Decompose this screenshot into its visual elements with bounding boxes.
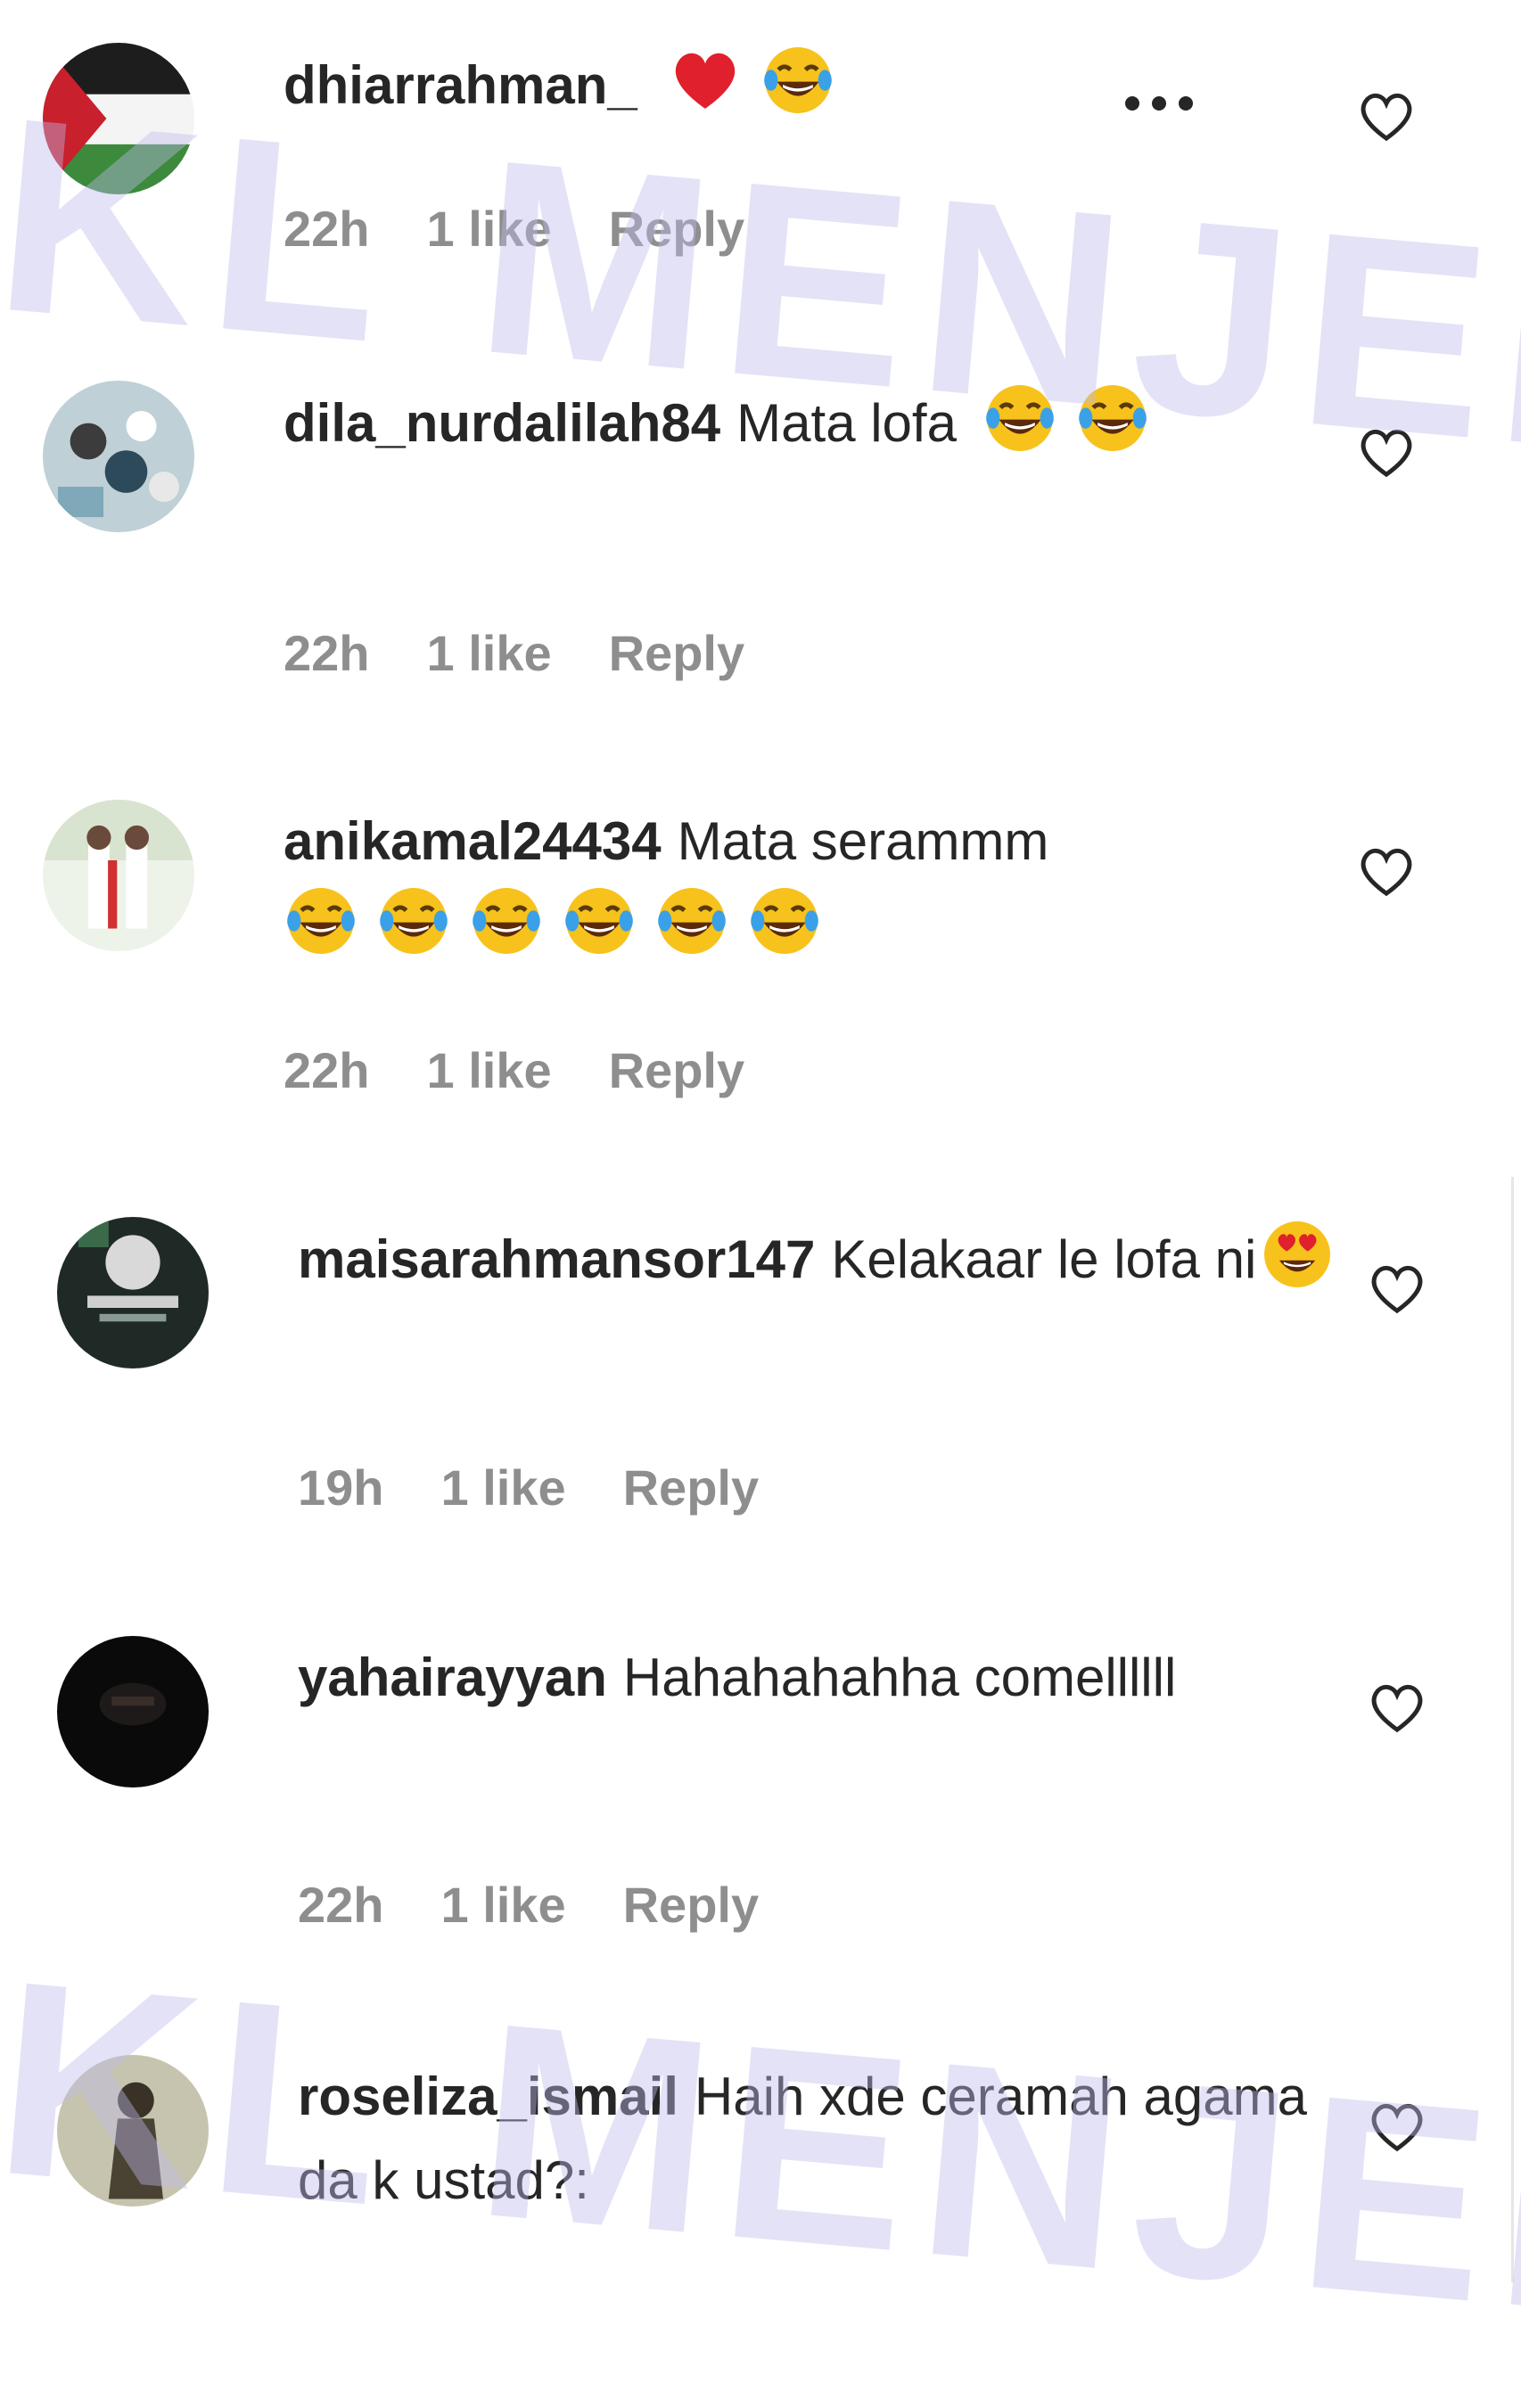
avatar[interactable] (57, 1217, 209, 1368)
comment-likes[interactable]: 1 like (427, 625, 552, 681)
comment-username[interactable]: dhiarrahman_ (284, 55, 637, 115)
heart-like-icon[interactable] (1366, 1257, 1428, 1319)
comment-username[interactable]: anikamal24434 (284, 811, 662, 871)
comment-meta: 22h 1 like Reply (284, 624, 802, 682)
heart-like-icon[interactable] (1355, 421, 1418, 483)
comment-text: maisarahmansor147 Kelakaar le lofa ni (298, 1217, 1359, 1302)
laughing-tears-emoji-icon (654, 883, 729, 958)
comment-time: 22h (284, 201, 370, 257)
avatar[interactable] (43, 43, 194, 194)
panel-divider (1511, 1177, 1514, 2282)
comment-time: 19h (298, 1459, 384, 1516)
comment-username[interactable]: roseliza_ismail (298, 2067, 678, 2126)
comment-body: Mata serammm (677, 811, 1049, 871)
heart-emoji-icon (668, 43, 743, 118)
comment-time: 22h (284, 625, 370, 681)
comment-time: 22h (298, 1877, 384, 1933)
laughing-tears-emoji-icon (284, 883, 358, 958)
reply-button[interactable]: Reply (623, 1459, 760, 1516)
comment-body: Hahahahahha comellllll (622, 1648, 1177, 1707)
comment-username[interactable]: yahairayyan (298, 1648, 607, 1707)
heart-like-icon[interactable] (1366, 2095, 1428, 2157)
comment-text: yahairayyan Hahahahahha comellllll (298, 1636, 1359, 1720)
comment-meta: 22h 1 like Reply (298, 1876, 816, 1934)
comment-meta: 22h 1 like Reply (284, 200, 802, 258)
avatar[interactable] (57, 2055, 209, 2207)
avatar[interactable] (43, 800, 194, 951)
heart-eyes-emoji-icon (1260, 1217, 1335, 1292)
reply-button[interactable]: Reply (609, 201, 745, 257)
laughing-tears-emoji-icon (1075, 381, 1150, 456)
comments-feed: dhiarrahman_ 22h 1 like Reply dila_nurda… (0, 0, 1521, 2404)
comment-text: roseliza_ismail Haih xde ceramah agama da… (298, 2055, 1359, 2223)
laughing-tears-emoji-icon (469, 883, 544, 958)
comment-text: dila_nurdalilah84 Mata lofa (284, 381, 1344, 465)
comment-username[interactable]: dila_nurdalilah84 (284, 393, 720, 453)
avatar[interactable] (43, 381, 194, 532)
avatar[interactable] (57, 1636, 209, 1788)
heart-like-icon[interactable] (1355, 85, 1418, 147)
comment-likes[interactable]: 1 like (441, 1459, 566, 1516)
comment-likes[interactable]: 1 like (427, 201, 552, 257)
comment-meta: 19h 1 like Reply (298, 1459, 816, 1516)
reply-button[interactable]: Reply (623, 1877, 760, 1933)
laughing-tears-emoji-icon (747, 883, 822, 958)
reply-button[interactable]: Reply (609, 1042, 745, 1098)
laughing-tears-emoji-icon (982, 381, 1057, 456)
laughing-tears-emoji-icon (760, 43, 835, 118)
comment-text: anikamal24434 Mata serammm (284, 800, 1344, 968)
heart-like-icon[interactable] (1366, 1676, 1428, 1738)
reply-button[interactable]: Reply (609, 625, 745, 681)
comment-username[interactable]: maisarahmansor147 (298, 1229, 815, 1289)
heart-like-icon[interactable] (1355, 840, 1418, 902)
laughing-tears-emoji-icon (376, 883, 451, 958)
comment-time: 22h (284, 1042, 370, 1098)
comment-likes[interactable]: 1 like (427, 1042, 552, 1098)
laughing-tears-emoji-icon (562, 883, 637, 958)
comment-likes[interactable]: 1 like (441, 1877, 566, 1933)
more-options-icon[interactable] (1125, 96, 1205, 123)
comment-body: Kelakaar le lofa ni (831, 1229, 1257, 1289)
comment-meta: 22h 1 like Reply (284, 1041, 802, 1099)
comment-body: Mata lofa (736, 393, 957, 453)
